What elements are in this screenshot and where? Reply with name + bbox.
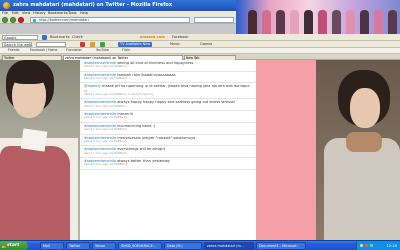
tweet-item[interactable]: #septembersmile kuLmanching band :) abou…: [80, 123, 256, 135]
tray-icon[interactable]: [370, 244, 373, 247]
google-toolbar: Google Bookmarks Check amazon.com Facebo…: [0, 34, 400, 41]
banner-figure: [304, 10, 313, 34]
tweet-item[interactable]: #septembersmile everythings will be allr…: [80, 146, 256, 158]
taskbar-item[interactable]: Mail: [40, 242, 64, 250]
timeline-column: #septembersmile seeing all kind of kindn…: [80, 60, 256, 240]
tweet-item[interactable]: #septembersmile mesmrili about 1 hour ag…: [80, 111, 256, 123]
bookmarks-link[interactable]: Bookmarks: [50, 35, 70, 40]
bookmark-item[interactable]: Facebook | Home: [30, 48, 58, 53]
firefox-icon: [3, 2, 10, 9]
banner-figure: [290, 10, 299, 34]
banner-figure: [346, 10, 355, 34]
tweet-item[interactable]: @rsjohny masak pH bs ngomong :p di sekit…: [80, 83, 256, 100]
forward-button[interactable]: [10, 17, 16, 23]
window-title: zahra mahdatari (mahdatari) on Twitter -…: [13, 2, 173, 8]
toolbar-orange-icon[interactable]: [90, 42, 95, 47]
tweet-meta: about 1 hour ago via TwitBerry: [84, 64, 127, 69]
facebook-link[interactable]: Facebook: [172, 35, 188, 40]
banner-figure: [374, 10, 383, 34]
url-bar[interactable]: http://twitter.com/mahdatari: [30, 17, 190, 23]
taskbar-item[interactable]: SNSD_SOENSRACE...: [118, 242, 162, 250]
tray-icon[interactable]: [365, 244, 368, 247]
back-button[interactable]: [2, 17, 8, 23]
music-link[interactable]: Music: [170, 42, 180, 47]
tweet-item[interactable]: #septembersmile always better than yeste…: [80, 158, 256, 170]
tweet-meta: about 1 hour ago via TwitBerry: [84, 150, 127, 155]
stop-button[interactable]: [18, 17, 24, 23]
profile-sidebar-panel: [256, 60, 316, 240]
toolbar-red-icon[interactable]: [80, 42, 85, 47]
background-photo-right: [316, 60, 400, 240]
amazon-logo[interactable]: amazon.com: [140, 35, 165, 40]
tweet-item[interactable]: #septembersmile tambah rajin ibadahnyaaa…: [80, 72, 256, 84]
menu-bookmarks[interactable]: Bookmarks: [48, 11, 68, 15]
games-link[interactable]: Games: [200, 42, 212, 47]
tweet-meta: about 1 hour ago via TwitBerry: [84, 115, 127, 120]
taskbar-item[interactable]: Data (D:): [164, 242, 202, 250]
url-text: http://twitter.com/mahdatari: [39, 18, 89, 22]
windows-flag-icon: [2, 244, 6, 248]
banner-figure: [262, 10, 271, 34]
tweet-item[interactable]: #septembersmile always happy happy happy…: [80, 99, 256, 112]
background-photo-left: [0, 60, 78, 240]
bookmark-item[interactable]: Friends: [8, 48, 19, 53]
start-button[interactable]: start: [0, 241, 28, 250]
tweet-meta: about 1 hour ago via TwitBerry: [84, 138, 127, 143]
tweet-text: seeing all kind of kindness and happynes…: [117, 61, 194, 65]
toolbar-green-icon[interactable]: [100, 42, 105, 47]
banner-figure: [276, 10, 285, 34]
navigation-bar: http://twitter.com/mahdatari: [0, 16, 236, 24]
start-label: start: [7, 243, 20, 248]
clock: 12:20: [386, 244, 397, 248]
taskbar-item-active[interactable]: zahra mahdatari (m...: [204, 242, 254, 250]
tweet-meta: about 1 hour ago via TwitBerry: [84, 103, 127, 108]
menu-edit[interactable]: Edit: [12, 11, 19, 15]
taskbar-item[interactable]: Twitter: [66, 242, 90, 250]
banner-figure: [360, 10, 369, 34]
check-link[interactable]: Check: [72, 35, 83, 40]
banner-figure: [388, 10, 397, 34]
menu-file[interactable]: File: [2, 11, 8, 15]
google-toolbar-field[interactable]: Google: [2, 35, 38, 40]
search-box[interactable]: [194, 17, 234, 23]
toolbar-banner-image: [236, 0, 400, 34]
menu-history[interactable]: History: [33, 11, 45, 15]
toolbar-search-field[interactable]: Search the web: [2, 42, 32, 47]
tweet-item[interactable]: #septembersmile menyeLesain proyek "raha…: [80, 135, 256, 147]
banner-figure: [248, 10, 257, 34]
menu-tools[interactable]: Tools: [68, 11, 77, 15]
tweet-meta: about 1 hour ago via TwitBerry: [84, 127, 127, 132]
bookmark-item[interactable]: Friendster: [66, 48, 82, 53]
tweet-meta: about 1 hour ago via TwitBerry: [84, 162, 127, 167]
tweet-item[interactable]: #septembersmile seeing all kind of kindn…: [80, 60, 256, 72]
system-tray: 12:20: [356, 241, 400, 250]
taskbar-item[interactable]: Document1 - Microsof...: [256, 242, 306, 250]
menu-view[interactable]: View: [22, 11, 30, 15]
taskbar-item[interactable]: Yahoo: [92, 242, 116, 250]
tweet-meta: about 1 hour ago via TwitBerry: [84, 76, 127, 80]
banner-figure: [318, 10, 327, 34]
toolbar-second-field[interactable]: [36, 42, 66, 47]
menu-help[interactable]: Help: [80, 11, 88, 15]
tv-available-button[interactable]: TV Available Now: [118, 42, 153, 47]
go-icon[interactable]: [42, 35, 47, 40]
page-viewport: #septembersmile seeing all kind of kindn…: [0, 60, 400, 240]
tweet-meta: about 1 hour ago via TwitBerry in reply …: [84, 92, 154, 96]
twitter-favicon: [33, 19, 36, 22]
tray-icon[interactable]: [360, 244, 363, 247]
bookmark-item[interactable]: YouTube: [96, 48, 109, 53]
tweet-text: always happy happy happy and sadness goi…: [117, 100, 236, 105]
tweet-text: menyeLesain proyek "rahasia" sebelumnya: [117, 135, 196, 140]
search-toolbar: Search the web TV Available Now Music Ga…: [0, 41, 400, 48]
windows-taskbar: start Mail Twitter Yahoo SNSD_SOENSRACE.…: [0, 240, 400, 250]
banner-figure: [332, 10, 341, 34]
bookmark-item[interactable]: Flickr: [122, 48, 131, 53]
